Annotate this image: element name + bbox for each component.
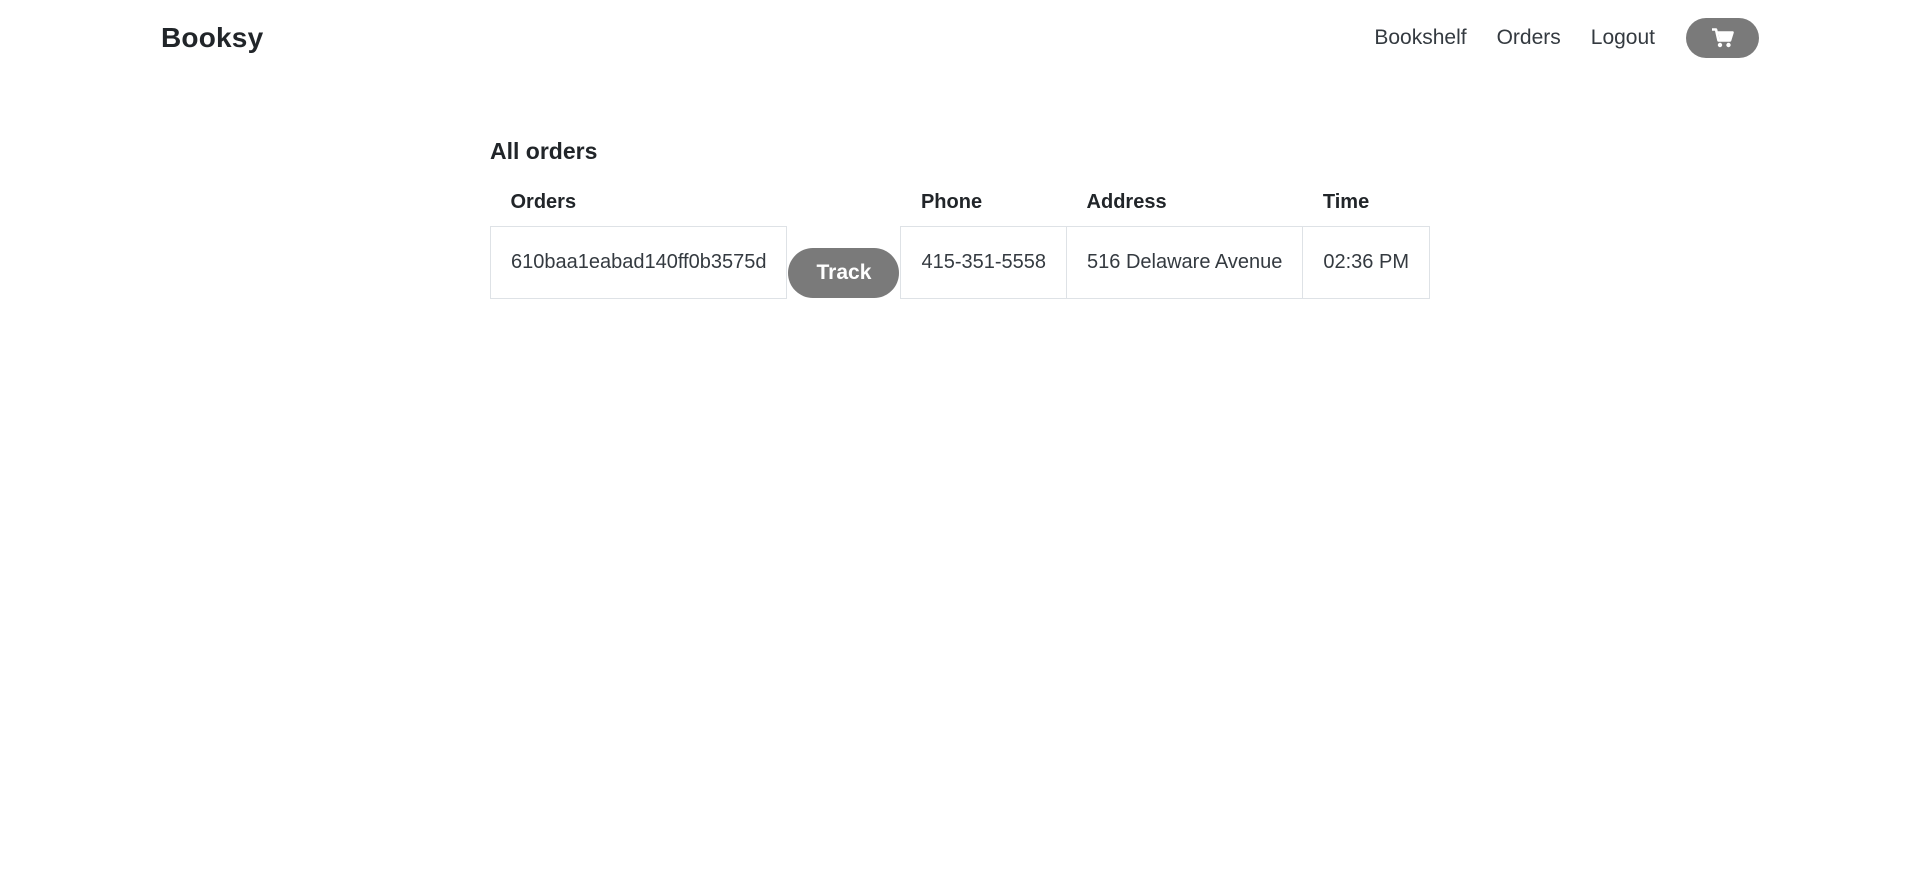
phone-cell: 415-351-5558 [900,226,1068,299]
order-id-cell: 610baa1eabad140ff0b3575d [489,226,788,299]
column-header-address: Address [1086,191,1167,213]
orders-section: All orders Orders Phone Address Time 610… [489,138,1430,299]
table-header-row: Orders Phone Address Time [491,190,1430,227]
cart-button[interactable] [1686,18,1759,58]
track-button[interactable]: Track [788,247,900,298]
column-header-time: Time [1322,191,1370,213]
page-title: All orders [490,138,598,164]
nav-link-bookshelf[interactable]: Bookshelf [1374,26,1466,50]
column-header-phone: Phone [920,191,983,213]
table-row: 610baa1eabad140ff0b3575d Track 415-351-5… [489,226,1430,299]
action-cell: Track [787,227,901,299]
orders-table: Orders Phone Address Time 610baa1eabad14… [489,190,1430,299]
nav-links: Bookshelf Orders Logout [1374,18,1759,58]
nav-link-logout[interactable]: Logout [1591,26,1655,50]
time-cell: 02:36 PM [1302,226,1430,299]
nav-link-orders[interactable]: Orders [1497,26,1561,50]
column-header-orders: Orders [510,191,577,213]
shopping-cart-icon [1711,28,1734,48]
address-cell: 516 Delaware Avenue [1066,226,1304,299]
column-header-action [787,190,901,227]
brand-logo[interactable]: Booksy [161,22,263,54]
top-navbar: Booksy Bookshelf Orders Logout [0,0,1920,76]
